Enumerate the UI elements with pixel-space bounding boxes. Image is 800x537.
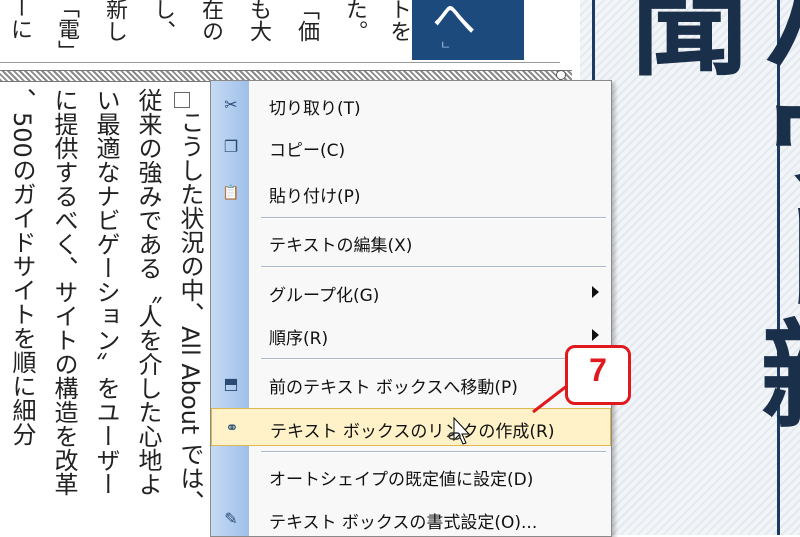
body-col-2: 従来の強みである〝人を介した心地よ — [134, 88, 162, 496]
top-col-3: し、 — [150, 0, 175, 42]
body-col-4: に提供するべく、サイトの構造を改革 — [50, 88, 78, 496]
menu-separator — [261, 266, 606, 268]
newspaper-title: バウト新聞 — [610, 0, 800, 432]
menu-separator — [261, 451, 606, 453]
menu-item-label: テキスト ボックスのリンクの作成(R) — [270, 422, 555, 442]
context-menu: ✂ 切り取り(T) ❐ コピー(C) 📋 貼り付け(P) テキストの編集(X) … — [210, 80, 612, 537]
format-textbox-icon: ✎ — [224, 509, 238, 528]
menu-item-create-textbox-link[interactable]: ⚭ テキスト ボックスのリンクの作成(R) — [211, 408, 611, 446]
top-col-2: 新し — [102, 0, 127, 42]
resize-handle[interactable] — [556, 70, 566, 80]
menu-item-label: テキストの編集(X) — [269, 236, 413, 256]
top-article: ーに 「電」 新し し、 在の も大 「価 た。 トを へ ㄴ — [0, 0, 560, 63]
menu-item-format-textbox[interactable]: ✎ テキスト ボックスの書式設定(O)... — [211, 500, 611, 536]
menu-item-edit-text[interactable]: テキストの編集(X) — [211, 223, 611, 261]
top-col-6: 「価 — [294, 0, 319, 42]
menu-item-autoshape-default[interactable]: オートシェイプの既定値に設定(D) — [211, 457, 611, 495]
menu-item-prev-textbox[interactable]: ⬒ 前のテキスト ボックスへ移動(P) — [211, 365, 611, 403]
blue-tab-small-text: ㄴ — [440, 38, 452, 52]
title-panel: バウト新聞 — [580, 0, 800, 535]
top-col-7: た。 — [342, 0, 367, 42]
copy-icon: ❐ — [223, 137, 239, 156]
chevron-up-icon: へ — [432, 0, 476, 45]
top-col-1: 「電」 — [54, 0, 79, 62]
blue-tab: へ ㄴ — [412, 0, 524, 60]
menu-item-label: 順序(R) — [269, 329, 329, 349]
menu-item-copy[interactable]: ❐ コピー(C) — [211, 128, 611, 166]
step-callout: 7 — [565, 345, 631, 405]
menu-separator — [261, 217, 606, 219]
body-article: こうした状況の中、All About では、 従来の強みである〝人を介した心地よ… — [0, 82, 215, 535]
top-left-fragment: ーに — [7, 0, 32, 40]
menu-item-paste[interactable]: 📋 貼り付け(P) — [211, 174, 611, 212]
menu-item-label: オートシェイプの既定値に設定(D) — [269, 470, 534, 490]
top-col-5: も大 — [246, 0, 271, 42]
menu-item-group[interactable]: グループ化(G) — [211, 273, 611, 311]
body-col-3: い最適なナビゲーション〟をユーザー — [92, 88, 120, 496]
menu-item-label: テキスト ボックスの書式設定(O)... — [269, 513, 538, 533]
submenu-arrow-icon — [592, 329, 599, 341]
link-icon: ⚭ — [225, 418, 239, 437]
menu-item-label: グループ化(G) — [269, 286, 380, 306]
menu-item-label: 前のテキスト ボックスへ移動(P) — [269, 378, 518, 398]
paste-icon: 📋 — [222, 185, 240, 201]
menu-item-order[interactable]: 順序(R) — [211, 316, 611, 354]
top-col-8: トを — [386, 0, 411, 42]
submenu-arrow-icon — [592, 286, 599, 298]
body-col-1: こうした状況の中、All About では、 — [176, 110, 204, 514]
checkbox-marker — [174, 92, 190, 108]
menu-item-label: コピー(C) — [269, 141, 346, 161]
menu-separator — [261, 358, 606, 360]
menu-item-cut[interactable]: ✂ 切り取り(T) — [211, 86, 611, 124]
scissors-icon: ✂ — [224, 95, 238, 114]
body-col-5: 、500のガイドサイトを順に細分 — [8, 88, 36, 446]
menu-item-label: 切り取り(T) — [269, 99, 361, 119]
prev-textbox-icon: ⬒ — [223, 374, 239, 393]
step-number: 7 — [589, 352, 607, 388]
top-col-4: 在の — [198, 0, 223, 42]
menu-item-label: 貼り付け(P) — [269, 187, 361, 207]
